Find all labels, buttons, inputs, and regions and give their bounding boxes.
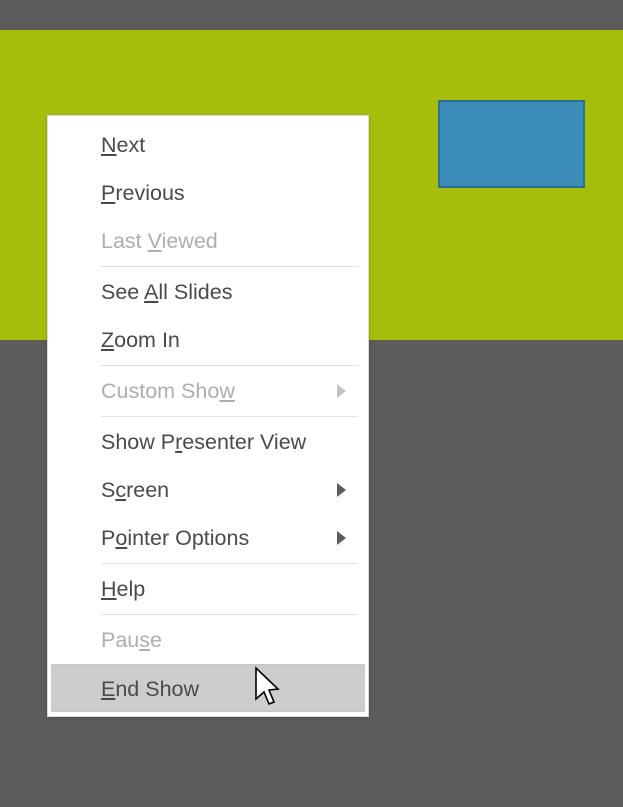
menu-item-label-prefix: S — [101, 478, 116, 502]
menu-item-label: Custom Show — [101, 379, 235, 403]
menu-item-label-prefix: Custom Sho — [101, 379, 220, 403]
menu-item-accelerator: E — [101, 677, 116, 701]
menu-item-accelerator: s — [139, 628, 151, 652]
submenu-arrow-icon — [337, 483, 346, 497]
menu-item-previous[interactable]: Previous — [48, 169, 368, 217]
menu-item-last-viewed: Last Viewed — [48, 217, 368, 265]
menu-separator — [101, 614, 358, 615]
menu-item-label-suffix: nd Show — [115, 677, 200, 701]
menu-item-label-suffix: revious — [115, 181, 185, 205]
menu-item-label: Previous — [101, 181, 185, 205]
menu-item-accelerator: P — [101, 181, 116, 205]
menu-item-label: See All Slides — [101, 280, 232, 304]
menu-separator — [101, 365, 358, 366]
menu-item-label-suffix: ll Slides — [158, 280, 233, 304]
menu-item-label-suffix: ext — [116, 133, 146, 157]
menu-item-label: Zoom In — [101, 328, 180, 352]
menu-item-see-all-slides[interactable]: See All Slides — [48, 268, 368, 316]
menu-item-label: Pointer Options — [101, 526, 249, 550]
menu-item-accelerator: Z — [101, 328, 115, 352]
menu-item-label-prefix: Last — [101, 229, 148, 253]
menu-separator — [101, 563, 358, 564]
menu-item-label: Next — [101, 133, 145, 157]
menu-item-label: End Show — [101, 677, 199, 701]
menu-item-pause: Pause — [48, 616, 368, 664]
menu-item-accelerator: H — [101, 577, 117, 601]
menu-item-label-suffix: reen — [126, 478, 170, 502]
menu-item-label-suffix: iewed — [161, 229, 218, 253]
menu-item-label-prefix: Pau — [101, 628, 140, 652]
menu-item-label: Help — [101, 577, 145, 601]
submenu-arrow-icon — [337, 531, 346, 545]
slideshow-screen: Next Previous Last Viewed See All Slides Zoo… — [0, 0, 623, 807]
menu-item-label-prefix: See — [101, 280, 145, 304]
submenu-arrow-icon — [337, 384, 346, 398]
menu-item-label: Show Presenter View — [101, 430, 306, 454]
menu-separator — [101, 266, 358, 267]
menu-item-label: Last Viewed — [101, 229, 218, 253]
menu-item-accelerator: A — [144, 280, 159, 304]
menu-item-label-suffix: inter Options — [127, 526, 250, 550]
menu-separator — [101, 416, 358, 417]
menu-item-label-suffix: oom In — [114, 328, 180, 352]
menu-item-accelerator: w — [219, 379, 235, 403]
menu-item-label-prefix: Show P — [101, 430, 176, 454]
menu-item-accelerator: o — [115, 526, 128, 550]
menu-item-zoom-in[interactable]: Zoom In — [48, 316, 368, 364]
menu-item-screen[interactable]: Screen — [48, 466, 368, 514]
menu-item-show-presenter-view[interactable]: Show Presenter View — [48, 418, 368, 466]
menu-item-label: Screen — [101, 478, 169, 502]
menu-item-accelerator: N — [101, 133, 117, 157]
menu-item-end-show[interactable]: End Show — [51, 664, 365, 712]
menu-item-label-suffix: esenter View — [182, 430, 307, 454]
menu-item-next[interactable]: Next — [48, 121, 368, 169]
menu-item-custom-show: Custom Show — [48, 367, 368, 415]
video-placeholder[interactable] — [438, 100, 585, 188]
menu-item-help[interactable]: Help — [48, 565, 368, 613]
menu-item-pointer-options[interactable]: Pointer Options — [48, 514, 368, 562]
menu-item-label: Pause — [101, 628, 162, 652]
menu-item-label-prefix: P — [101, 526, 116, 550]
menu-item-accelerator: V — [147, 229, 162, 253]
menu-item-accelerator: c — [115, 478, 127, 502]
slideshow-context-menu[interactable]: Next Previous Last Viewed See All Slides Zoo… — [47, 115, 369, 717]
menu-item-label-suffix: elp — [116, 577, 146, 601]
menu-item-label-suffix: e — [150, 628, 162, 652]
